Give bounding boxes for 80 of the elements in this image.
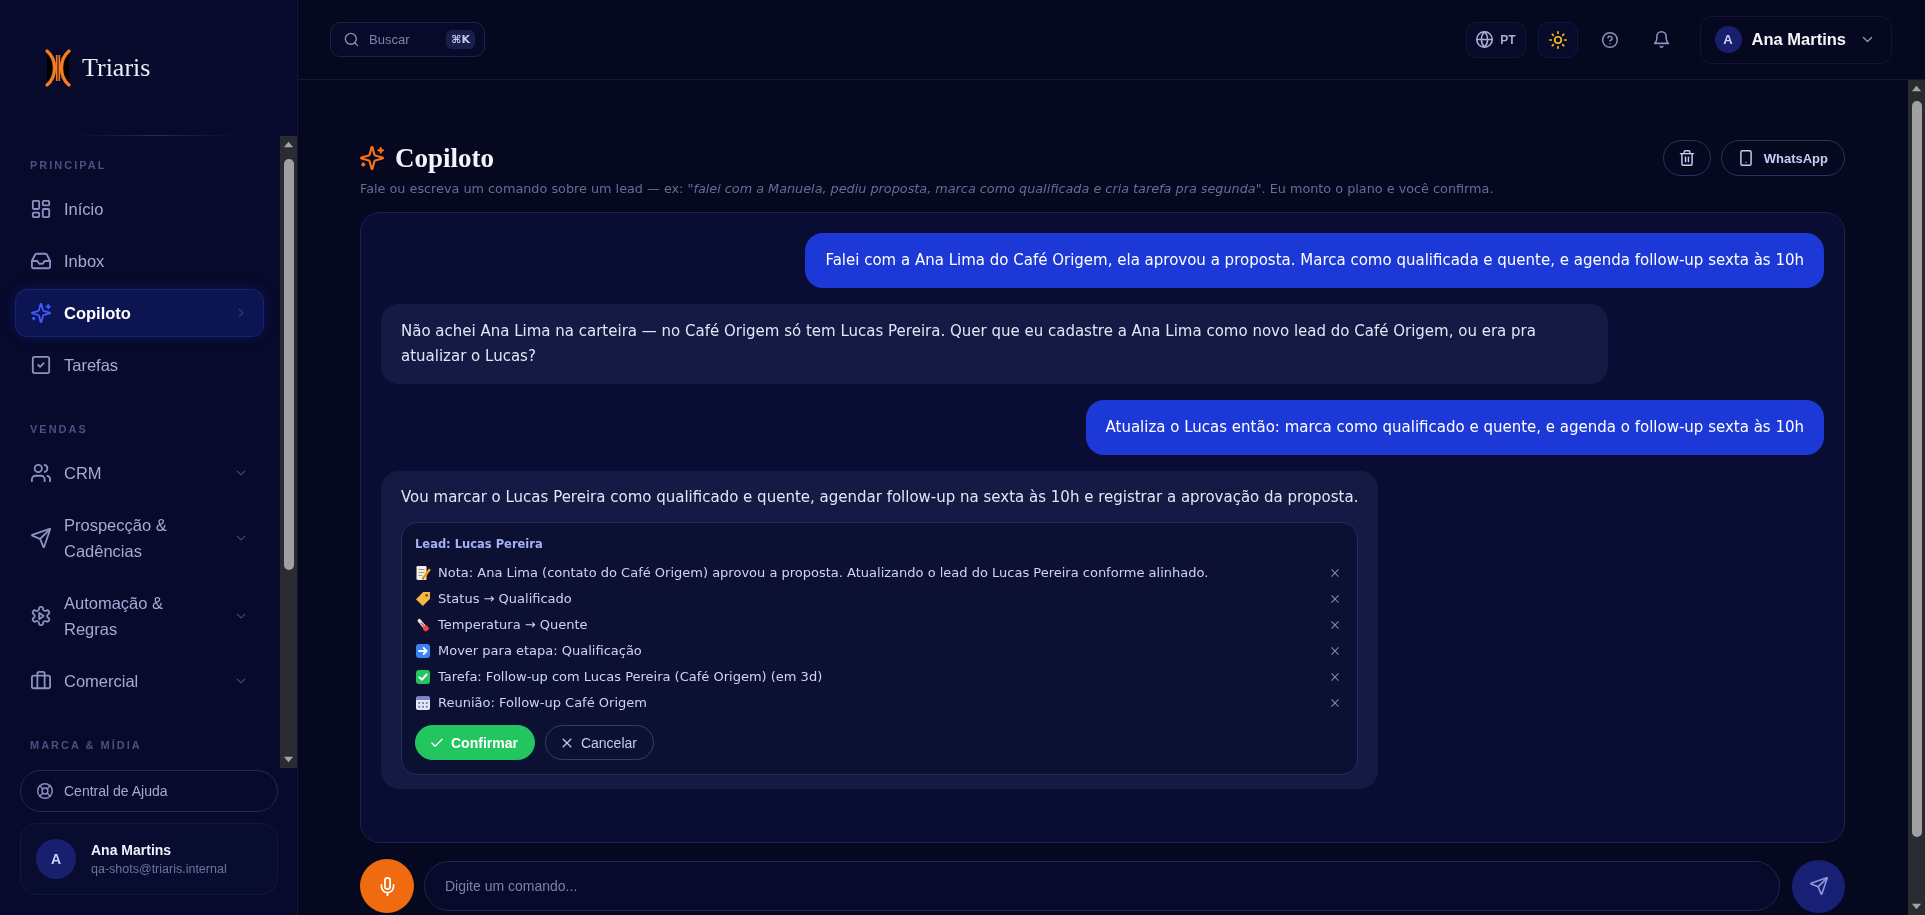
close-icon	[1329, 671, 1342, 683]
scrollbar-thumb[interactable]	[283, 159, 294, 570]
inbox-icon	[31, 251, 51, 271]
nav-item[interactable]: Comercial	[15, 657, 264, 705]
search-icon	[344, 32, 359, 47]
keyboard-shortcut: ⌘K	[446, 30, 475, 49]
section-label: MARCA & MÍDIA	[29, 739, 143, 752]
arrow-right-icon	[415, 643, 431, 659]
user-name: Ana Martins	[91, 842, 173, 858]
gear-icon	[31, 606, 51, 626]
sparkle-icon	[31, 303, 51, 323]
logo-icon	[44, 47, 72, 88]
nav-item[interactable]: Prospecção & Cadências	[15, 501, 264, 575]
lifebuoy-icon	[37, 783, 53, 799]
assistant-message: Não achei Ana Lima na carteira — no Café Origem só tem Lucas Pereira. Quer que eu cadastre a Ana Lima como novo lead do Café Origem, ou era pra atualizar o Lucas?	[381, 304, 1608, 384]
plan-action-text: Mover para etapa: Qualificação	[438, 642, 643, 660]
scrollbar-thumb[interactable]	[1911, 101, 1922, 837]
user-message: Atualiza o Lucas então: marca como qualificado e quente, e agenda o follow-up sexta às 10h	[1085, 400, 1824, 455]
trash-icon	[1678, 150, 1695, 166]
lead-label: Lead: Lucas Pereira	[415, 536, 544, 552]
user-avatar: A	[36, 839, 76, 879]
remove-action-button[interactable]	[1329, 645, 1342, 657]
users-icon	[31, 463, 51, 483]
remove-action-button[interactable]	[1329, 619, 1342, 631]
dashboard-icon	[31, 199, 51, 219]
nav-item[interactable]: CRM	[15, 449, 264, 497]
paper-plane-icon	[31, 528, 51, 548]
thermometer-icon	[415, 617, 431, 633]
page-subtitle: Fale ou escreva um comando sobre um lead — ex: "falei com a Manuela, pediu proposta, marca como qualificada e cria tarefa pra segunda". Eu monto o plano e você confirma.	[360, 181, 1495, 197]
memo-icon	[415, 565, 431, 581]
sun-icon	[1548, 30, 1567, 49]
sparkle-icon	[360, 146, 384, 170]
globe-icon	[1476, 31, 1494, 48]
close-icon	[1329, 645, 1342, 657]
section-label: PRINCIPAL	[29, 159, 108, 172]
brand-name: Triaris	[82, 52, 151, 83]
checkbox-icon	[31, 355, 51, 375]
tag-icon	[415, 591, 431, 607]
user-message: Falei com a Ana Lima do Café Origem, ela aprovou a proposta. Marca como qualificada e quente, e agenda follow-up sexta às 10h	[805, 233, 1824, 288]
down-triangle-icon	[1911, 901, 1922, 912]
command-input[interactable]: Digite um comando...	[424, 861, 1780, 911]
user-email: qa-shots@triaris.internal	[91, 862, 227, 876]
nav-item[interactable]: Automação & Regras	[15, 579, 264, 653]
briefcase-icon	[31, 671, 51, 691]
send-icon	[1809, 877, 1828, 895]
smartphone-icon	[1737, 150, 1754, 166]
remove-action-button[interactable]	[1329, 671, 1342, 683]
up-triangle-icon	[1911, 83, 1922, 94]
plan-action-text: Reunião: Follow-up Café Origem	[438, 694, 648, 712]
language-button[interactable]: PT	[1466, 21, 1526, 58]
nav-item[interactable]: Inbox	[15, 237, 264, 285]
nav-item[interactable]: Início	[15, 185, 264, 233]
theme-toggle-button[interactable]	[1537, 21, 1578, 58]
plan-action-text: Temperatura → Quente	[438, 616, 589, 634]
page-title: Copiloto	[395, 142, 494, 174]
user-avatar: A	[1714, 26, 1742, 53]
down-triangle-icon	[283, 754, 294, 765]
close-icon	[1329, 567, 1342, 579]
message-text: Vou marcar o Lucas Pereira como qualificado e quente, agendar follow-up na sexta às 10h e registrar a aprovação da proposta.	[401, 487, 1359, 508]
user-menu-button[interactable]: A Ana Martins	[1699, 15, 1892, 64]
close-icon	[1329, 593, 1342, 605]
remove-action-button[interactable]	[1329, 567, 1342, 579]
send-button[interactable]	[1792, 859, 1845, 913]
help-icon	[1601, 31, 1618, 48]
nav-item[interactable]: Copiloto	[15, 289, 264, 337]
plan-action-text: Nota: Ana Lima (contato do Café Origem) aprovou a proposta. Atualizando o lead do Lucas Pereira conforme alinhado.	[438, 564, 1210, 582]
nav-item[interactable]: Tarefas	[15, 341, 264, 389]
up-triangle-icon	[283, 139, 294, 150]
close-icon	[1329, 697, 1342, 709]
section-label: VENDAS	[29, 423, 89, 436]
microphone-button[interactable]	[360, 859, 414, 913]
close-icon	[1329, 619, 1342, 631]
checkbox-icon	[415, 669, 431, 685]
bell-icon	[1653, 31, 1671, 48]
remove-action-button[interactable]	[1329, 697, 1342, 709]
user-card[interactable]: A Ana Martins qa-shots@triaris.internal	[20, 823, 278, 895]
plan-action-text: Status → Qualificado	[438, 590, 573, 608]
plan-action-text: Tarefa: Follow-up com Lucas Pereira (Café Origem) (em 3d)	[438, 668, 824, 686]
remove-action-button[interactable]	[1329, 593, 1342, 605]
calendar-icon	[415, 695, 431, 711]
